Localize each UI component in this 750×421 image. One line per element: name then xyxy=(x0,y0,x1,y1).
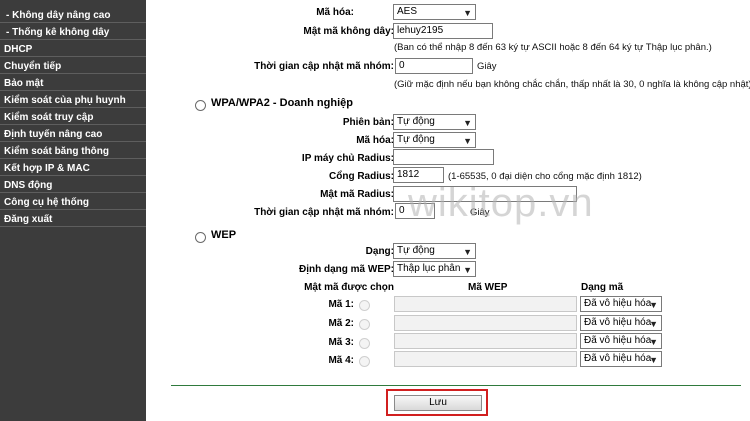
sidebar-item-bandwidth-control[interactable]: Kiểm soát băng thông xyxy=(0,144,146,159)
enterprise-encryption-select-value: Tự động xyxy=(397,134,435,145)
wep-key-2-radio[interactable] xyxy=(359,319,370,330)
main-panel: Mã hóa: AES ▼ Mật mã không dây: lehuy2195… xyxy=(146,0,750,421)
wep-type-label: Dạng: xyxy=(365,246,394,257)
sidebar-item-label: Kết hợp IP & MAC xyxy=(4,163,90,174)
sidebar-item-label: Bảo mật xyxy=(4,78,44,89)
sidebar-item-system-tools[interactable]: Công cụ hệ thống xyxy=(0,195,146,210)
wep-title: WEP xyxy=(211,229,237,241)
sidebar-item-label: DNS động xyxy=(4,180,53,191)
wep-key-4-field[interactable] xyxy=(394,351,577,367)
chevron-down-icon: ▼ xyxy=(649,355,658,365)
version-label: Phiên bản: xyxy=(342,117,394,128)
wep-key-2-label: Mã 2: xyxy=(328,318,354,329)
encryption-select[interactable]: AES ▼ xyxy=(393,4,476,20)
wep-key-1-field[interactable] xyxy=(394,296,577,312)
wep-key-4-label: Mã 4: xyxy=(328,355,354,366)
chevron-down-icon: ▼ xyxy=(463,8,472,18)
sidebar-item-label: Công cụ hệ thống xyxy=(4,197,89,208)
wep-key-2-field[interactable] xyxy=(394,315,577,331)
wpa-enterprise-title: WPA/WPA2 - Doanh nghiệp xyxy=(211,97,353,109)
sidebar-item-label: - Thống kê không dây xyxy=(6,27,110,38)
router-settings-window: - Không dây nâng cao - Thống kê không dâ… xyxy=(0,0,750,421)
sidebar-item-access-control[interactable]: Kiểm soát truy cập xyxy=(0,110,146,125)
watermark: wikitop.vn xyxy=(408,181,594,225)
wireless-password-label: Mật mã không dây: xyxy=(303,26,394,37)
selected-key-header: Mật mã được chọn xyxy=(304,282,394,293)
sidebar-item-label: Kiểm soát của phụ huynh xyxy=(4,95,126,106)
chevron-down-icon: ▼ xyxy=(463,118,472,128)
wep-radio[interactable] xyxy=(195,232,206,243)
radius-ip-field[interactable] xyxy=(393,149,494,165)
wep-type-select-value: Tự động xyxy=(397,245,435,256)
group-key-update-label: Thời gian cập nhật mã nhóm: xyxy=(254,61,394,72)
group-key-update-field[interactable]: 0 xyxy=(395,58,473,74)
wep-format-select[interactable]: Thập lục phân ▼ xyxy=(393,261,476,277)
sidebar: - Không dây nâng cao - Thống kê không dâ… xyxy=(0,0,146,421)
sidebar-item-wireless-stats[interactable]: - Thống kê không dây xyxy=(0,25,146,40)
password-hint: (Ban có thể nhập 8 đến 63 ký tự ASCII ho… xyxy=(394,42,712,53)
chevron-down-icon: ▼ xyxy=(463,247,472,257)
wep-format-select-value: Thập lục phân xyxy=(397,263,461,274)
sidebar-item-label: Định tuyến nâng cao xyxy=(4,129,103,140)
sidebar-item-label: - Không dây nâng cao xyxy=(6,10,111,21)
wep-key-2-type-value: Đã vô hiệu hóa xyxy=(584,317,652,328)
radius-port-label: Cổng Radius: xyxy=(329,171,394,182)
chevron-down-icon: ▼ xyxy=(649,319,658,329)
radius-ip-label: IP máy chủ Radius: xyxy=(301,153,394,164)
wep-key-4-radio[interactable] xyxy=(359,356,370,367)
wep-key-3-radio[interactable] xyxy=(359,338,370,349)
sidebar-item-label: Kiểm soát truy cập xyxy=(4,112,94,123)
sidebar-item-label: Kiểm soát băng thông xyxy=(4,146,109,157)
key-type-header: Dạng mã xyxy=(581,282,624,293)
wep-key-1-radio[interactable] xyxy=(359,300,370,311)
sidebar-item-parental-control[interactable]: Kiểm soát của phụ huynh xyxy=(0,93,146,108)
wep-key-3-field[interactable] xyxy=(394,333,577,349)
chevron-down-icon: ▼ xyxy=(463,265,472,275)
encryption-select-value: AES xyxy=(397,6,418,17)
sidebar-item-dynamic-dns[interactable]: DNS động xyxy=(0,178,146,193)
wep-key-1-type-value: Đã vô hiệu hóa xyxy=(584,298,652,309)
version-select[interactable]: Tự động ▼ xyxy=(393,114,476,130)
sidebar-item-ip-mac-binding[interactable]: Kết hợp IP & MAC xyxy=(0,161,146,176)
enterprise-group-key-label: Thời gian cập nhật mã nhóm: xyxy=(254,207,394,218)
sidebar-item-security[interactable]: Bảo mật xyxy=(0,76,146,91)
chevron-down-icon: ▼ xyxy=(649,337,658,347)
sidebar-item-label: Đăng xuất xyxy=(4,214,53,225)
wep-key-header: Mã WEP xyxy=(468,282,508,293)
encryption-label: Mã hóa: xyxy=(316,7,354,18)
sidebar-item-advanced-routing[interactable]: Định tuyến nâng cao xyxy=(0,127,146,142)
sidebar-item-dhcp[interactable]: DHCP xyxy=(0,42,146,57)
radius-password-label: Mật mã Radius: xyxy=(320,189,394,200)
enterprise-encryption-label: Mã hóa: xyxy=(356,135,394,146)
chevron-down-icon: ▼ xyxy=(649,300,658,310)
sidebar-item-label: Chuyển tiếp xyxy=(4,61,62,72)
wep-key-3-type-value: Đã vô hiệu hóa xyxy=(584,335,652,346)
wep-format-label: Định dạng mã WEP: xyxy=(299,264,394,275)
sidebar-item-forwarding[interactable]: Chuyển tiếp xyxy=(0,59,146,74)
wep-key-4-type-select[interactable]: Đã vô hiệu hóa ▼ xyxy=(580,351,662,367)
group-key-unit: Giây xyxy=(477,61,497,72)
wpa-enterprise-radio[interactable] xyxy=(195,100,206,111)
sidebar-item-logout[interactable]: Đăng xuất xyxy=(0,212,146,227)
version-select-value: Tự động xyxy=(397,116,435,127)
highlight-box xyxy=(386,389,488,416)
wep-key-3-label: Mã 3: xyxy=(328,337,354,348)
wireless-password-field[interactable]: lehuy2195 xyxy=(393,23,493,39)
wep-type-select[interactable]: Tự động ▼ xyxy=(393,243,476,259)
wep-key-1-type-select[interactable]: Đã vô hiệu hóa ▼ xyxy=(580,296,662,312)
wep-key-4-type-value: Đã vô hiệu hóa xyxy=(584,353,652,364)
sidebar-item-label: DHCP xyxy=(4,44,33,55)
wep-key-2-type-select[interactable]: Đã vô hiệu hóa ▼ xyxy=(580,315,662,331)
wep-key-1-label: Mã 1: xyxy=(328,299,354,310)
chevron-down-icon: ▼ xyxy=(463,136,472,146)
group-key-hint: (Giữ mặc định nếu bạn không chắc chắn, t… xyxy=(394,79,750,90)
sidebar-item-advanced-wireless[interactable]: - Không dây nâng cao xyxy=(0,8,146,23)
wep-key-3-type-select[interactable]: Đã vô hiệu hóa ▼ xyxy=(580,333,662,349)
section-divider xyxy=(171,385,741,386)
enterprise-encryption-select[interactable]: Tự động ▼ xyxy=(393,132,476,148)
